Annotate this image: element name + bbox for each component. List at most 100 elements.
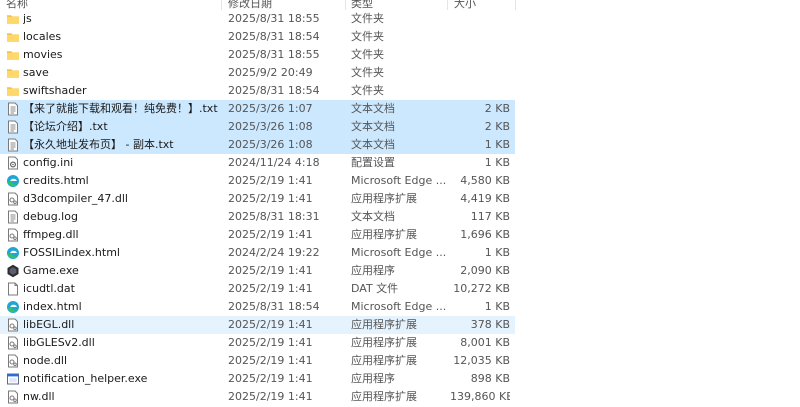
file-row[interactable]: swiftshader 2025/8/31 18:54 文件夹 — [0, 82, 515, 100]
file-name: ffmpeg.dll — [23, 228, 79, 241]
file-size: 12,035 KB — [453, 354, 510, 367]
file-row[interactable]: d3dcompiler_47.dll 2025/2/19 1:41 应用程序扩展 4,… — [0, 190, 515, 208]
file-row[interactable]: icudtl.dat 2025/2/19 1:41 DAT 文件 10,272 KB — [0, 280, 515, 298]
file-name: movies — [23, 48, 63, 61]
dll-file-icon — [6, 390, 20, 404]
file-row[interactable]: node.dll 2025/2/19 1:41 应用程序扩展 12,035 KB — [0, 352, 515, 370]
column-divider[interactable] — [345, 0, 346, 10]
file-modified-date: 2025/2/19 1:41 — [228, 174, 313, 187]
file-row[interactable]: libGLESv2.dll 2025/2/19 1:41 应用程序扩展 8,001 K… — [0, 334, 515, 352]
file-name: config.ini — [23, 156, 74, 169]
file-modified-date: 2025/8/31 18:54 — [228, 30, 320, 43]
column-divider[interactable] — [447, 0, 448, 10]
file-type: 应用程序扩展 — [351, 390, 417, 403]
file-type: 文件夹 — [351, 48, 384, 61]
dll-file-icon — [6, 318, 20, 332]
file-modified-date: 2025/2/19 1:41 — [228, 264, 313, 277]
file-size: 2 KB — [484, 120, 510, 133]
file-size: 1 KB — [484, 300, 510, 313]
file-type: DAT 文件 — [351, 282, 399, 295]
file-row[interactable]: credits.html 2025/2/19 1:41 Microsoft Edge… — [0, 172, 515, 190]
file-name: js — [23, 12, 32, 25]
file-row[interactable]: movies 2025/8/31 18:55 文件夹 — [0, 46, 515, 64]
file-row[interactable]: save 2025/9/2 20:49 文件夹 — [0, 64, 515, 82]
file-size: 10,272 KB — [453, 282, 510, 295]
file-size: 4,580 KB — [460, 174, 510, 187]
file-size: 139,860 KB — [450, 390, 510, 403]
folder-icon — [6, 12, 20, 26]
file-modified-date: 2025/8/31 18:54 — [228, 84, 320, 97]
file-row[interactable]: libEGL.dll 2025/2/19 1:41 应用程序扩展 378 KB — [0, 316, 515, 334]
folder-icon — [6, 84, 20, 98]
file-size: 117 KB — [470, 210, 510, 223]
file-modified-date: 2025/3/26 1:07 — [228, 102, 313, 115]
file-type: 文件夹 — [351, 66, 384, 79]
file-row[interactable]: 【论坛介绍】.txt 2025/3/26 1:08 文本文档 2 KB — [0, 118, 515, 136]
file-modified-date: 2025/2/19 1:41 — [228, 336, 313, 349]
file-type: 应用程序 — [351, 372, 395, 385]
column-header-size[interactable]: 大小 — [454, 0, 476, 10]
file-type: 文本文档 — [351, 138, 395, 151]
file-size — [450, 28, 510, 46]
file-type: 应用程序扩展 — [351, 354, 417, 367]
file-type: Microsoft Edge ... — [351, 300, 447, 313]
column-divider[interactable] — [221, 0, 222, 10]
text-file-icon — [6, 210, 20, 224]
file-name: debug.log — [23, 210, 78, 223]
file-type: 文本文档 — [351, 102, 395, 115]
file-row[interactable]: ffmpeg.dll 2025/2/19 1:41 应用程序扩展 1,696 KB — [0, 226, 515, 244]
file-name: credits.html — [23, 174, 89, 187]
file-type: 应用程序扩展 — [351, 228, 417, 241]
column-header-date[interactable]: 修改日期 — [228, 0, 272, 10]
file-modified-date: 2025/2/19 1:41 — [228, 372, 313, 385]
file-type: 应用程序扩展 — [351, 336, 417, 349]
file-type: 配置设置 — [351, 156, 395, 169]
file-name: swiftshader — [23, 84, 87, 97]
file-modified-date: 2025/9/2 20:49 — [228, 66, 313, 79]
column-header-type[interactable]: 类型 — [351, 0, 373, 10]
text-file-icon — [6, 138, 20, 152]
file-name: Game.exe — [23, 264, 79, 277]
folder-icon — [6, 30, 20, 44]
file-size: 1 KB — [484, 246, 510, 259]
file-row[interactable]: locales 2025/8/31 18:54 文件夹 — [0, 28, 515, 46]
file-row[interactable]: Game.exe 2025/2/19 1:41 应用程序 2,090 KB — [0, 262, 515, 280]
column-divider[interactable] — [515, 0, 516, 10]
file-row[interactable]: notification_helper.exe 2025/2/19 1:41 应用程… — [0, 370, 515, 388]
file-modified-date: 2025/2/19 1:41 — [228, 390, 313, 403]
file-modified-date: 2025/2/19 1:41 — [228, 192, 313, 205]
file-type: 文件夹 — [351, 12, 384, 25]
file-row[interactable]: index.html 2025/8/31 18:54 Microsoft Edge … — [0, 298, 515, 316]
file-row[interactable]: FOSSILindex.html 2024/2/24 19:22 Microsoft… — [0, 244, 515, 262]
text-file-icon — [6, 120, 20, 134]
file-row[interactable]: debug.log 2025/8/31 18:31 文本文档 117 KB — [0, 208, 515, 226]
edge-icon — [6, 174, 20, 188]
file-name: d3dcompiler_47.dll — [23, 192, 128, 205]
file-size — [450, 46, 510, 64]
file-size: 4,419 KB — [460, 192, 510, 205]
file-modified-date: 2025/8/31 18:31 — [228, 210, 320, 223]
file-name: 【来了就能下载和观看！纯免费！】.txt — [23, 102, 218, 115]
file-modified-date: 2025/2/19 1:41 — [228, 318, 313, 331]
text-file-icon — [6, 102, 20, 116]
file-row[interactable]: nw.dll 2025/2/19 1:41 应用程序扩展 139,860 KB — [0, 388, 515, 406]
file-row[interactable]: js 2025/8/31 18:55 文件夹 — [0, 10, 515, 28]
file-name: FOSSILindex.html — [23, 246, 120, 259]
game-exe-icon — [6, 264, 20, 278]
file-modified-date: 2025/8/31 18:55 — [228, 48, 320, 61]
file-size — [450, 82, 510, 100]
file-modified-date: 2025/2/19 1:41 — [228, 228, 313, 241]
file-modified-date: 2025/3/26 1:08 — [228, 138, 313, 151]
file-name: nw.dll — [23, 390, 55, 403]
file-row[interactable]: 【来了就能下载和观看！纯免费！】.txt 2025/3/26 1:07 文本文档 2 … — [0, 100, 515, 118]
file-row[interactable]: 【永久地址发布页】 - 副本.txt 2025/3/26 1:08 文本文档 1 KB — [0, 136, 515, 154]
column-header-bar: 名称 修改日期 类型 大小 — [0, 0, 800, 10]
file-size — [450, 64, 510, 82]
blank-file-icon — [6, 282, 20, 296]
file-row[interactable]: config.ini 2024/11/24 4:18 配置设置 1 KB — [0, 154, 515, 172]
file-name: libGLESv2.dll — [23, 336, 95, 349]
dll-file-icon — [6, 354, 20, 368]
file-name: 【论坛介绍】.txt — [23, 120, 108, 133]
column-header-name[interactable]: 名称 — [6, 0, 28, 10]
file-name: node.dll — [23, 354, 68, 367]
